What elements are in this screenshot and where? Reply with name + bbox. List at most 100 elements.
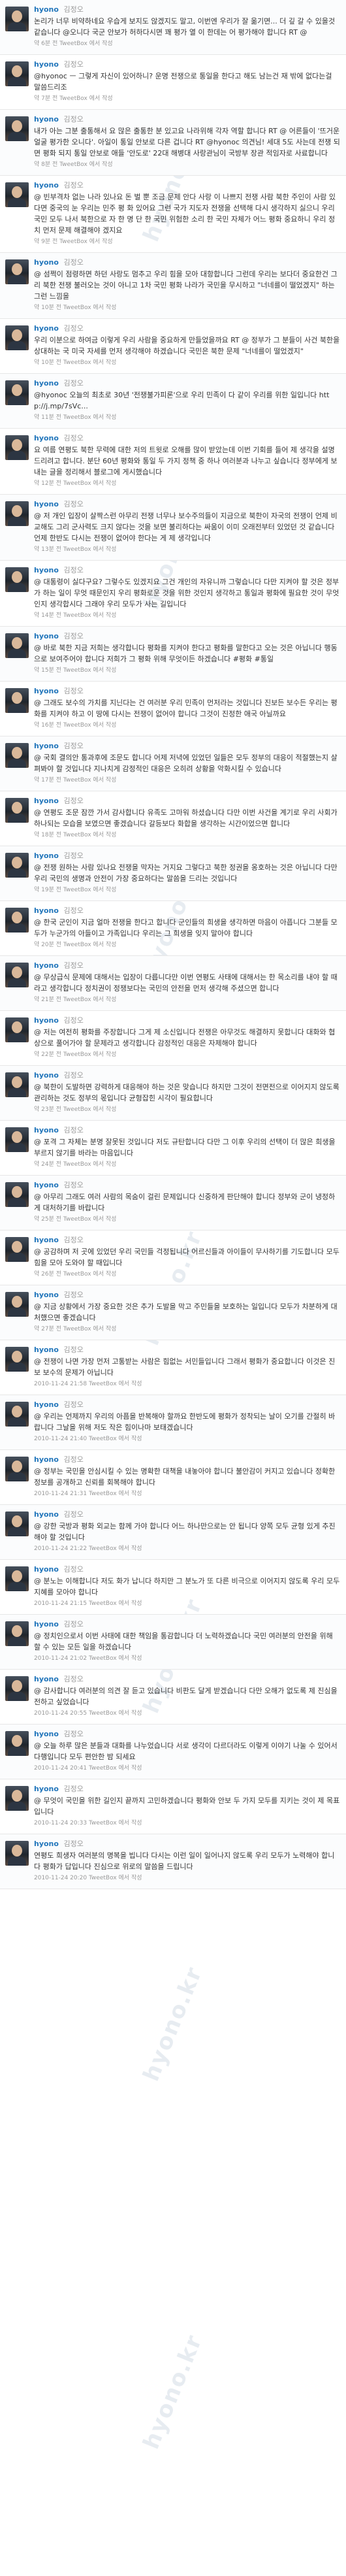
tweet-timestamp: 2010-11-24 21:22 TweetBox 에서 작성 [34, 1545, 142, 1552]
tweet-timestamp: 2010-11-24 21:40 TweetBox 에서 작성 [34, 1436, 142, 1442]
screen-name-link[interactable]: hyono [34, 500, 59, 508]
avatar[interactable] [5, 743, 29, 768]
avatar[interactable] [5, 1182, 29, 1207]
avatar[interactable] [5, 61, 29, 86]
screen-name-link[interactable]: hyono [34, 1181, 59, 1189]
avatar[interactable] [5, 1511, 29, 1536]
avatar[interactable] [5, 380, 29, 405]
avatar[interactable] [5, 688, 29, 713]
avatar[interactable] [5, 325, 29, 350]
tweet-text: @ 전쟁 원하는 사람 있나요 전쟁을 막자는 거지요 그렇다고 북한 정권을 … [34, 863, 338, 883]
screen-name-link[interactable]: hyono [34, 1126, 59, 1134]
screen-name-link[interactable]: hyono [34, 5, 59, 14]
tweet-timestamp: 2010-11-24 20:20 TweetBox 에서 작성 [34, 1875, 142, 1881]
avatar[interactable] [5, 963, 29, 987]
avatar[interactable] [5, 1457, 29, 1481]
tweet-timestamp: 약 27분 전 TweetBox 에서 작성 [34, 1326, 117, 1332]
tweet-timestamp: 약 22분 전 TweetBox 에서 작성 [34, 1051, 117, 1058]
avatar[interactable] [5, 435, 29, 460]
screen-name-link[interactable]: hyono [34, 1510, 59, 1519]
screen-name-link[interactable]: hyono [34, 258, 59, 267]
avatar[interactable] [5, 182, 29, 207]
real-name: 김정오 [63, 687, 84, 695]
screen-name-link[interactable]: hyono [34, 379, 59, 388]
real-name: 김정오 [63, 258, 84, 267]
screen-name-link[interactable]: hyono [34, 115, 59, 124]
tweet-timestamp: 2010-11-24 21:58 TweetBox 에서 작성 [34, 1381, 142, 1387]
screen-name-link[interactable]: hyono [34, 1400, 59, 1409]
real-name: 김정오 [63, 1455, 84, 1464]
screen-name-link[interactable]: hyono [34, 687, 59, 695]
tweet-timestamp: 약 21분 전 TweetBox 에서 작성 [34, 997, 117, 1003]
tweet-header: hyono 김정오 [34, 1346, 341, 1355]
tweet-timestamp: 약 25분 전 TweetBox 에서 작성 [34, 1216, 117, 1223]
screen-name-link[interactable]: hyono [34, 324, 59, 333]
avatar[interactable] [5, 1676, 29, 1701]
avatar[interactable] [5, 1566, 29, 1591]
avatar[interactable] [5, 1402, 29, 1427]
tweet-text: @ 빈부격차 없는 나라 있나요 돈 벌 뿐 조금 문제 안다 사랑 이 나쁘지… [34, 193, 336, 235]
screen-name-link[interactable]: hyono [34, 1016, 59, 1025]
avatar[interactable] [5, 1017, 29, 1042]
tweet-header: hyono 김정오 [34, 60, 341, 69]
screen-name-link[interactable]: hyono [34, 797, 59, 805]
avatar[interactable] [5, 1621, 29, 1646]
tweet-header: hyono 김정오 [34, 1785, 341, 1794]
tweet-text: @ 정치인으로서 이번 사태에 대한 책임을 통감합니다 더 노력하겠습니다 국… [34, 1632, 333, 1651]
tweet: hyono 김정오 @ 감사합니다 여러분의 의견 잘 듣고 있습니다 비판도 … [0, 1670, 346, 1725]
screen-name-link[interactable]: hyono [34, 1565, 59, 1574]
screen-name-link[interactable]: hyono [34, 566, 59, 574]
screen-name-link[interactable]: hyono [34, 1785, 59, 1793]
avatar[interactable] [5, 798, 29, 823]
tweet-text: @hyonoc ㅡ 그렇게 자신이 있어하니? 운명 전쟁으로 통일을 한다고 … [34, 72, 332, 91]
screen-name-link[interactable]: hyono [34, 851, 59, 860]
tweet-text: @ 북한이 도발하면 강력하게 대응해야 하는 것은 맞습니다 하지만 그것이 … [34, 1083, 339, 1102]
avatar[interactable] [5, 259, 29, 284]
avatar[interactable] [5, 7, 29, 31]
tweet-header: hyono 김정오 [34, 1400, 341, 1410]
tweet-text: @ 공감하며 저 곳에 있었던 우리 국민들 걱정됩니다 어르신들과 아이들이 … [34, 1247, 339, 1267]
screen-name-link[interactable]: hyono [34, 1840, 59, 1848]
screen-name-link[interactable]: hyono [34, 434, 59, 442]
screen-name-link[interactable]: hyono [34, 1346, 59, 1354]
avatar[interactable] [5, 853, 29, 878]
avatar[interactable] [5, 1237, 29, 1262]
screen-name-link[interactable]: hyono [34, 1455, 59, 1464]
screen-name-link[interactable]: hyono [34, 1236, 59, 1244]
avatar[interactable] [5, 116, 29, 141]
avatar[interactable] [5, 908, 29, 933]
tweet-timestamp: 약 16분 전 TweetBox 에서 작성 [34, 722, 117, 729]
screen-name-link[interactable]: hyono [34, 181, 59, 190]
avatar[interactable] [5, 633, 29, 658]
tweet-timestamp: 약 18분 전 TweetBox 에서 작성 [34, 832, 117, 838]
screen-name-link[interactable]: hyono [34, 906, 59, 915]
avatar[interactable] [5, 1731, 29, 1756]
avatar[interactable] [5, 1127, 29, 1152]
avatar[interactable] [5, 1072, 29, 1097]
screen-name-link[interactable]: hyono [34, 1071, 59, 1080]
screen-name-link[interactable]: hyono [34, 1291, 59, 1299]
screen-name-link[interactable]: hyono [34, 632, 59, 640]
screen-name-link[interactable]: hyono [34, 742, 59, 750]
tweet-text: @ 강한 국방과 평화 외교는 함께 가야 합니다 어느 하나만으로는 안 됩니… [34, 1522, 336, 1542]
tweet-text: @ 정부는 국민을 안심시킬 수 있는 명확한 대책을 내놓아야 합니다 불안감… [34, 1467, 336, 1487]
avatar[interactable] [5, 501, 29, 526]
screen-name-link[interactable]: hyono [34, 1730, 59, 1738]
avatar[interactable] [5, 1347, 29, 1372]
tweet-header: hyono 김정오 [34, 1620, 341, 1629]
screen-name-link[interactable]: hyono [34, 961, 59, 970]
tweet-header: hyono 김정오 [34, 1730, 341, 1739]
tweet-header: hyono 김정오 [34, 500, 341, 509]
screen-name-link[interactable]: hyono [34, 60, 59, 69]
screen-name-link[interactable]: hyono [34, 1675, 59, 1683]
tweet-header: hyono 김정오 [34, 851, 341, 861]
tweet-timestamp: 약 10분 전 TweetBox 에서 작성 [34, 305, 117, 311]
avatar[interactable] [5, 1841, 29, 1866]
avatar[interactable] [5, 567, 29, 592]
screen-name-link[interactable]: hyono [34, 1620, 59, 1628]
avatar[interactable] [5, 1786, 29, 1811]
avatar[interactable] [5, 1292, 29, 1317]
real-name: 김정오 [63, 632, 84, 640]
watermark-text: hyono.kr [138, 2330, 208, 2453]
real-name: 김정오 [63, 1675, 84, 1683]
